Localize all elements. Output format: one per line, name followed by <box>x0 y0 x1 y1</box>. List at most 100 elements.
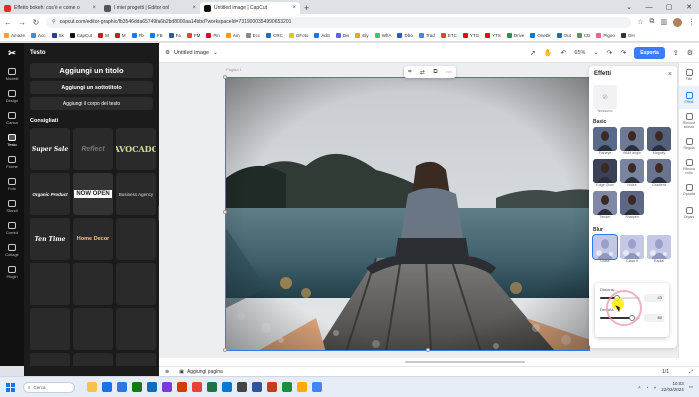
document-title[interactable]: ⚙ Untitled image ⌄ <box>165 50 218 56</box>
density-value[interactable]: 80 <box>644 314 664 322</box>
bookmark-item[interactable]: Drive <box>506 33 524 38</box>
menu-icon[interactable]: ⋮ <box>688 18 695 27</box>
bookmark-item[interactable]: FB <box>149 33 163 38</box>
rail-item-plugin[interactable]: Plugin <box>0 261 24 283</box>
effect-item[interactable]: Sharpen <box>620 191 644 221</box>
taskbar-app-icon[interactable] <box>267 382 277 392</box>
effect-item[interactable]: Fisheye <box>593 127 617 157</box>
text-style-placeholder[interactable] <box>30 263 70 305</box>
taskbar-app-icon[interactable] <box>192 382 202 392</box>
resize-handle[interactable] <box>223 75 227 79</box>
new-tab-button[interactable]: + <box>300 3 313 14</box>
effect-item[interactable]: Wide angle <box>620 127 644 157</box>
duplicate-icon[interactable]: ⧉ <box>433 69 437 76</box>
rail-item-carica[interactable]: Carica <box>0 107 24 129</box>
capcut-logo[interactable]: ✂ <box>0 43 24 63</box>
bookmark-item[interactable]: Ecc <box>245 33 260 38</box>
taskbar-app-icon[interactable] <box>117 382 127 392</box>
text-style-item[interactable]: Reflect <box>73 128 113 170</box>
bookmark-item[interactable]: OneDr <box>530 33 551 38</box>
bookmark-item[interactable]: GFoto <box>288 33 308 38</box>
effect-item[interactable]: Radial <box>647 235 671 265</box>
export-button[interactable]: Esporta <box>634 46 665 59</box>
hand-icon[interactable]: ✋ <box>544 49 553 57</box>
reload-icon[interactable]: ↻ <box>32 18 40 27</box>
rail-item-collage[interactable]: Collage <box>0 239 24 261</box>
text-style-placeholder[interactable] <box>116 308 156 350</box>
bookmark-item[interactable]: CD <box>576 33 590 38</box>
text-style-item[interactable]: Business Agency <box>116 173 156 215</box>
more-icon[interactable]: ⋯ <box>446 69 452 76</box>
taskbar-app-icon[interactable] <box>207 382 217 392</box>
taskbar-app-icon[interactable] <box>252 382 262 392</box>
site-info-icon[interactable]: ⚲ <box>52 19 56 25</box>
bookmark-item[interactable]: Fb <box>131 33 144 38</box>
taskbar-app-icon[interactable] <box>222 382 232 392</box>
bookmark-item[interactable]: Pigoo <box>596 33 615 38</box>
bookmark-item[interactable]: Dbo <box>397 33 413 38</box>
rail-item-foto[interactable]: Foto <box>0 173 24 195</box>
close-tab-icon[interactable]: × <box>192 5 196 11</box>
bookmark-item[interactable]: Trad <box>418 33 435 38</box>
effect-item[interactable]: Edge Glow <box>593 159 617 189</box>
taskbar-app-icon[interactable] <box>177 382 187 392</box>
rail-item-modelli[interactable]: Modelli <box>0 63 24 85</box>
star-icon[interactable]: ☆ <box>637 18 643 27</box>
effect-none[interactable]: ⊘ <box>593 85 617 109</box>
forward-icon[interactable]: → <box>18 18 26 27</box>
flip-icon[interactable]: ⇄ <box>420 69 425 76</box>
redo-icon[interactable]: ↷ <box>606 49 612 57</box>
text-style-placeholder[interactable] <box>116 263 156 305</box>
add-title-button[interactable]: Aggiungi un titolo <box>30 63 153 78</box>
taskbar-app-icon[interactable] <box>102 382 112 392</box>
side-rail-item[interactable]: Ritocca volto <box>679 155 699 178</box>
effect-item[interactable]: Tender <box>593 191 617 221</box>
taskbar-app-icon[interactable] <box>312 382 322 392</box>
taskbar-app-icon[interactable] <box>297 382 307 392</box>
text-style-item[interactable]: Super Sale <box>30 128 70 170</box>
effect-item[interactable]: Glass <box>593 235 617 265</box>
taskbar-app-icon[interactable] <box>237 382 247 392</box>
taskbar-search[interactable]: ⌕ Cerca <box>23 381 75 393</box>
settings-gear-icon[interactable]: ⚙ <box>687 49 693 57</box>
effect-item[interactable]: Glass II <box>620 235 644 265</box>
sidebar-icon[interactable]: ▥ <box>660 18 667 27</box>
effect-item[interactable]: Magnify <box>647 127 671 157</box>
expand-icon[interactable]: ⤢ <box>689 369 693 375</box>
bookmark-item[interactable]: Fa <box>168 33 181 38</box>
text-style-item[interactable]: NOW OPEN <box>73 173 113 215</box>
redo-icon-2[interactable]: ↷ <box>620 49 626 57</box>
add-page-icon[interactable]: ▣ <box>179 369 184 375</box>
bookmark-item[interactable]: Am <box>225 33 240 38</box>
taskbar-app-icon[interactable] <box>282 382 292 392</box>
canvas-image[interactable] <box>225 77 590 351</box>
side-rail-item[interactable]: Organi <box>679 201 699 224</box>
notes-icon[interactable]: ⊕ <box>165 369 169 375</box>
taskbar-app-icon[interactable] <box>147 382 157 392</box>
url-field[interactable]: ⚲ capcut.com/editor-graphic/fb3546dda657… <box>46 16 632 28</box>
taskbar-app-icon[interactable] <box>87 382 97 392</box>
browser-tab-active[interactable]: Untitled image | CapCut × <box>200 2 300 14</box>
close-icon[interactable]: × <box>668 71 672 78</box>
horizontal-scrollbar[interactable] <box>405 361 525 363</box>
undo-icon[interactable]: ↶ <box>561 49 567 57</box>
rail-item-cornici[interactable]: Cornici <box>0 217 24 239</box>
bookmark-item[interactable]: CapCut <box>69 33 92 38</box>
rail-item-testo[interactable]: Testo <box>0 129 24 151</box>
bookmark-item[interactable]: Acc <box>31 33 46 38</box>
text-style-placeholder[interactable] <box>73 308 113 350</box>
side-rail-item[interactable]: Effetti <box>679 86 699 109</box>
bookmark-item[interactable]: Pin <box>206 33 220 38</box>
bookmark-item[interactable]: Sk <box>51 33 64 38</box>
back-icon[interactable]: ← <box>4 18 12 27</box>
bookmark-item[interactable]: Ely <box>355 33 369 38</box>
maximize-icon[interactable]: ▢ <box>659 3 679 11</box>
taskbar-app-icon[interactable] <box>132 382 142 392</box>
bookmark-item[interactable]: YTS <box>485 33 501 38</box>
bookmark-item[interactable]: YTG <box>462 33 479 38</box>
add-page-button[interactable]: Aggiungi pagina <box>187 369 223 375</box>
volume-icon[interactable]: ◖ <box>653 385 656 390</box>
side-rail-item[interactable]: Filtri <box>679 63 699 86</box>
bookmark-item[interactable]: M <box>114 33 126 38</box>
bookmark-item[interactable]: Out <box>556 33 571 38</box>
